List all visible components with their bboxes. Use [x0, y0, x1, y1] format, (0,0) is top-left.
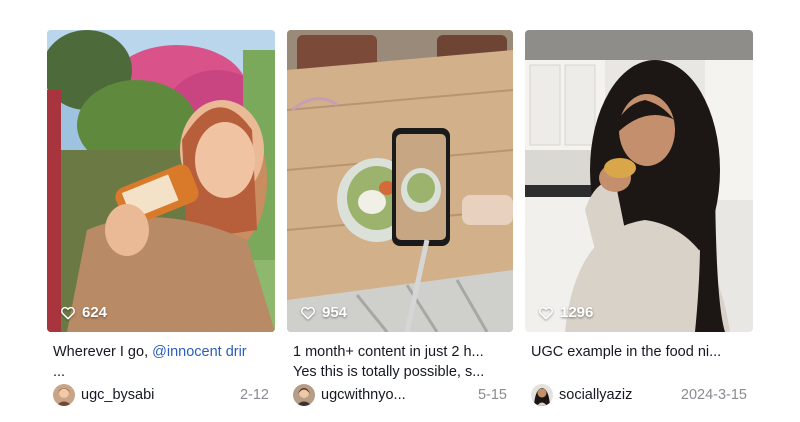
avatar[interactable]	[531, 384, 553, 406]
video-caption[interactable]: Wherever I go, @innocent drir ...	[47, 342, 275, 382]
video-thumbnail[interactable]: 624	[47, 30, 275, 332]
video-card[interactable]: 1296 UGC example in the food ni... socia…	[525, 30, 753, 407]
like-count: 624	[60, 304, 107, 321]
thumbnail-image-phone-filming-food	[287, 30, 513, 332]
video-meta: sociallyaziz 2024-3-15	[525, 383, 753, 407]
video-thumbnail[interactable]: 1296	[525, 30, 753, 332]
thumbnail-image-woman-drinking	[47, 30, 275, 332]
username-link[interactable]: ugcwithnyo...	[321, 387, 406, 403]
video-meta: ugcwithnyo... 5-15	[287, 383, 513, 407]
post-date: 5-15	[477, 387, 507, 403]
video-card[interactable]: 624 Wherever I go, @innocent drir ... ug…	[47, 30, 275, 407]
heart-outline-icon	[61, 306, 75, 319]
caption-text-continued: Yes this is totally possible, s...	[293, 364, 485, 380]
username-link[interactable]: sociallyaziz	[559, 387, 632, 403]
video-thumbnail[interactable]: 954	[287, 30, 513, 332]
heart-outline-icon	[539, 306, 553, 319]
caption-text-continued: ...	[53, 364, 66, 380]
video-meta: ugc_bysabi 2-12	[47, 383, 275, 407]
caption-mention-link[interactable]: @innocent drir	[152, 344, 247, 360]
post-date: 2024-3-15	[680, 387, 747, 403]
avatar[interactable]	[293, 384, 315, 406]
video-caption[interactable]: UGC example in the food ni...	[525, 342, 753, 382]
video-card[interactable]: 954 1 month+ content in just 2 h... Yes …	[287, 30, 513, 407]
caption-text: UGC example in the food ni...	[531, 344, 722, 360]
caption-text: 1 month+ content in just 2 h...	[293, 344, 484, 360]
avatar[interactable]	[53, 384, 75, 406]
like-count: 1296	[538, 304, 593, 321]
username-link[interactable]: ugc_bysabi	[81, 387, 154, 403]
video-caption[interactable]: 1 month+ content in just 2 h... Yes this…	[287, 342, 513, 382]
heart-outline-icon	[301, 306, 315, 319]
video-grid: 624 Wherever I go, @innocent drir ... ug…	[47, 30, 753, 410]
like-count-value: 954	[322, 304, 348, 321]
caption-text: Wherever I go,	[53, 344, 153, 360]
like-count-value: 1296	[560, 304, 594, 321]
like-count: 954	[300, 304, 347, 321]
thumbnail-image-woman-eating	[525, 30, 753, 332]
like-count-value: 624	[82, 304, 108, 321]
post-date: 2-12	[239, 387, 269, 403]
